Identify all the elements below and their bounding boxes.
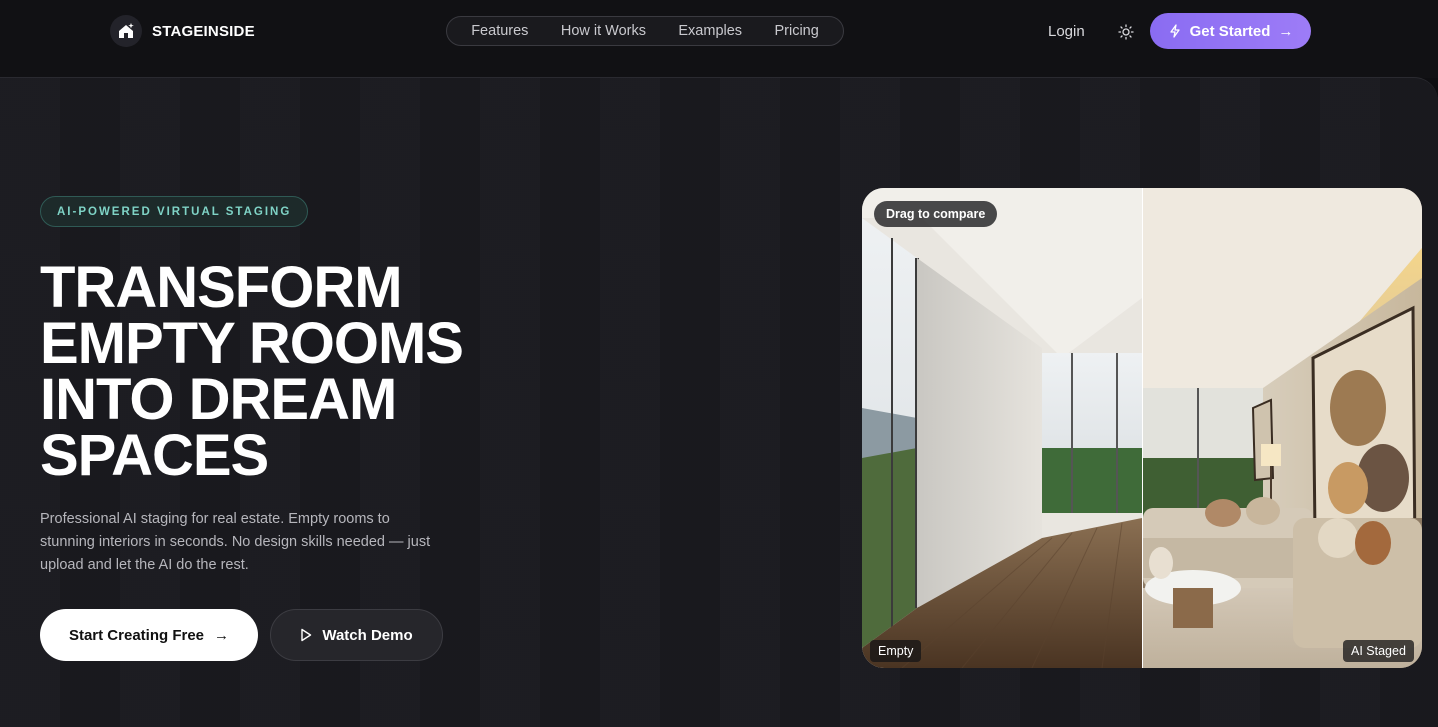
- lightning-icon: [1169, 24, 1180, 38]
- hero-headline: TRANSFORM EMPTY ROOMS INTO DREAM SPACES: [40, 255, 560, 488]
- get-started-label: Get Started: [1189, 22, 1271, 40]
- start-creating-label: Start Creating Free: [68, 626, 205, 644]
- watch-demo-button[interactable]: Watch Demo: [270, 609, 443, 661]
- nav-item-examples[interactable]: Examples: [678, 23, 742, 39]
- nav-item-how-it-works[interactable]: How it Works: [561, 23, 646, 39]
- arrow-right-icon: →: [214, 626, 230, 644]
- headline-line: TRANSFORM: [40, 255, 403, 320]
- brand-logo[interactable]: STAGEINSIDE: [110, 15, 255, 47]
- hero-section: AI-POWERED VIRTUAL STAGING TRANSFORM EMP…: [0, 77, 1438, 727]
- get-started-button[interactable]: Get Started →: [1150, 13, 1311, 49]
- ai-staged-label: AI Staged: [1343, 640, 1414, 662]
- empty-label: Empty: [870, 640, 922, 662]
- hero-subtitle: Professional AI staging for real estate.…: [40, 511, 431, 573]
- nav-item-pricing[interactable]: Pricing: [774, 23, 818, 39]
- headline-line: SPACES: [40, 423, 269, 488]
- start-creating-button[interactable]: Start Creating Free →: [40, 609, 258, 661]
- arrow-right-icon: →: [1278, 22, 1294, 40]
- login-link[interactable]: Login: [1048, 23, 1085, 40]
- brand-name: STAGEINSIDE: [152, 22, 255, 40]
- top-nav-bar: STAGEINSIDE Features How it Works Exampl…: [0, 0, 1438, 78]
- play-icon: [301, 628, 312, 642]
- house-sparkle-icon: [110, 15, 142, 47]
- headline-line: EMPTY ROOMS: [40, 311, 464, 376]
- theme-toggle-button[interactable]: [1115, 21, 1137, 43]
- headline-line: INTO DREAM: [40, 367, 397, 432]
- staged-room-image: [1143, 188, 1422, 668]
- before-after-compare[interactable]: Drag to compare Empty AI Staged: [862, 188, 1422, 668]
- drag-hint-label: Drag to compare: [874, 201, 998, 227]
- empty-room-image: [862, 188, 1142, 668]
- watch-demo-label: Watch Demo: [322, 626, 413, 644]
- sun-icon: [1118, 24, 1134, 40]
- hero-badge: AI-POWERED VIRTUAL STAGING: [40, 196, 309, 227]
- nav-item-features[interactable]: Features: [471, 23, 528, 39]
- compare-slider-handle[interactable]: [1142, 188, 1143, 668]
- main-nav: Features How it Works Examples Pricing: [446, 16, 844, 46]
